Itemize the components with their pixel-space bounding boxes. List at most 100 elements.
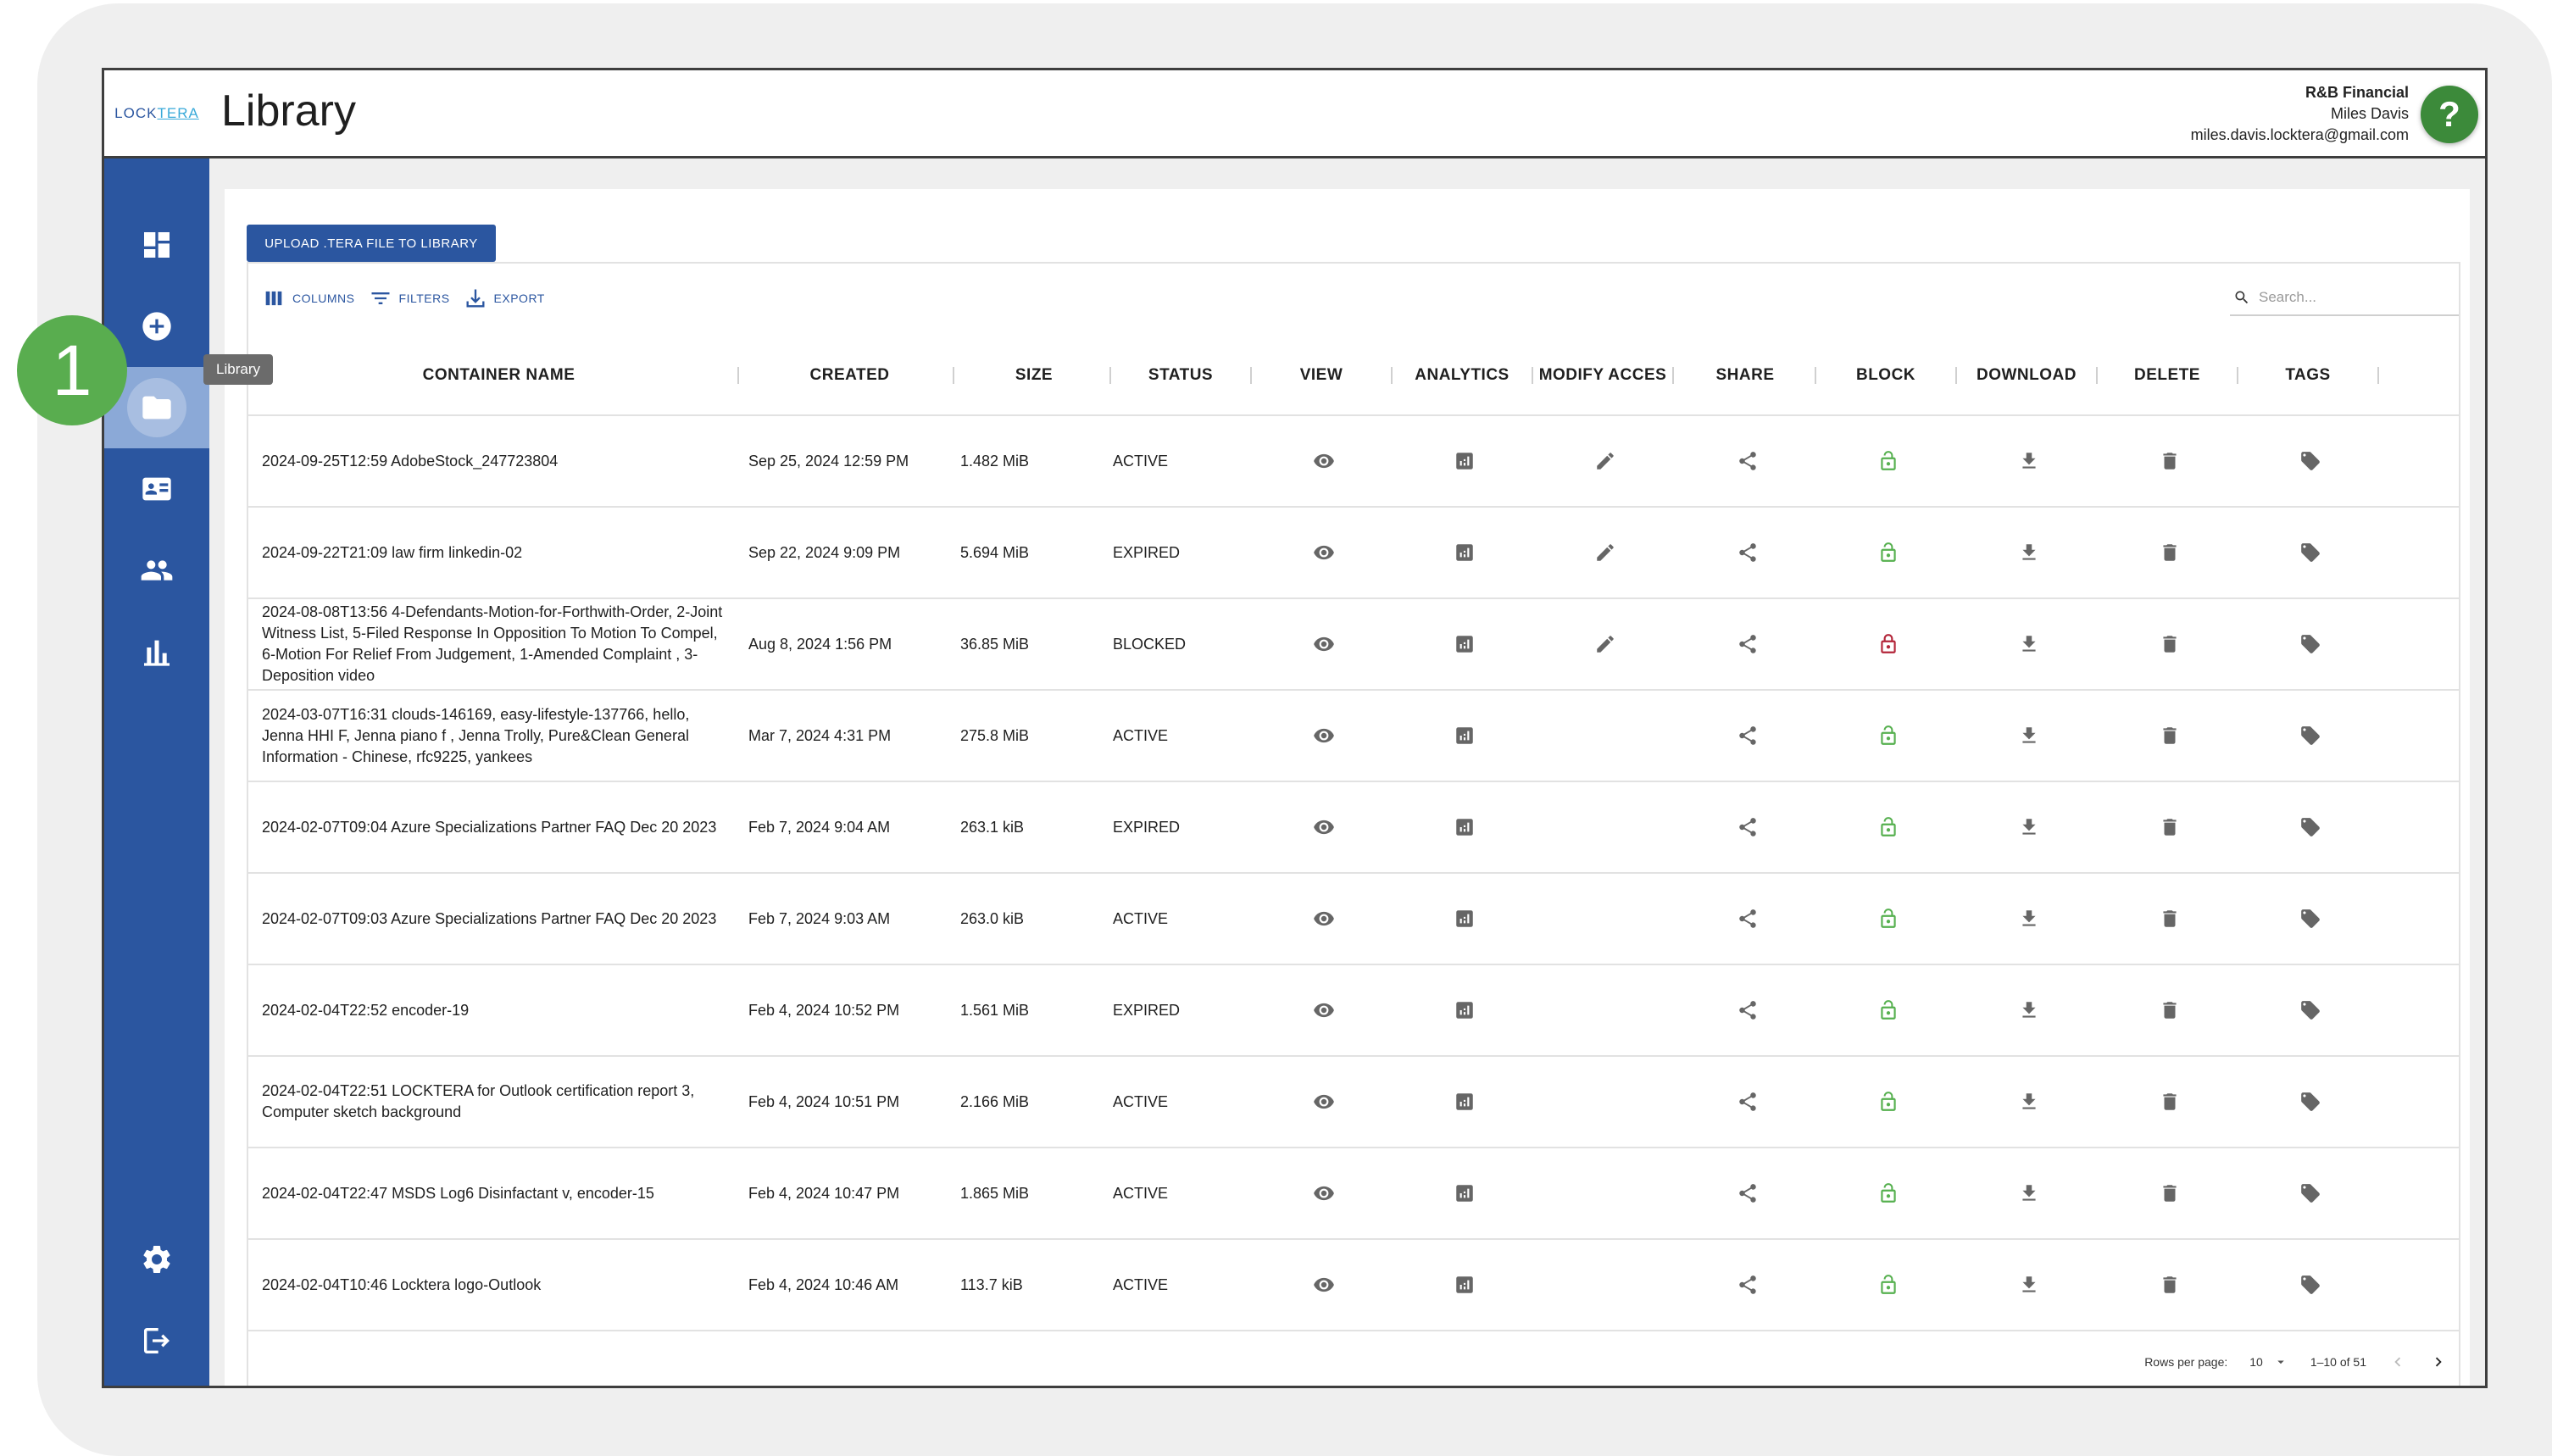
table-row[interactable]: 2024-02-04T22:47 MSDS Log6 Disinfactant … — [248, 1148, 2459, 1240]
lock-open-icon[interactable] — [1877, 816, 1899, 838]
tag-icon[interactable] — [2299, 725, 2321, 747]
column-header[interactable]: DOWNLOAD — [1959, 336, 2094, 414]
rows-per-page-select[interactable]: 10 — [2249, 1354, 2288, 1370]
eye-icon[interactable] — [1313, 999, 1335, 1021]
eye-icon[interactable] — [1313, 725, 1335, 747]
help-button[interactable]: ? — [2421, 86, 2478, 143]
trash-icon[interactable] — [2159, 725, 2181, 747]
columns-button[interactable]: COLUMNS — [262, 286, 355, 310]
column-header[interactable]: SHARE — [1677, 336, 1813, 414]
lock-open-icon[interactable] — [1877, 1274, 1899, 1296]
table-row[interactable]: 2024-08-08T13:56 4-Defendants-Motion-for… — [248, 599, 2459, 691]
lock-open-icon[interactable] — [1877, 1091, 1899, 1113]
column-separator[interactable] — [1672, 367, 1674, 384]
sidebar-item-reports[interactable] — [104, 611, 209, 692]
export-button[interactable]: EXPORT — [464, 286, 545, 310]
eye-icon[interactable] — [1313, 1091, 1335, 1113]
tag-icon[interactable] — [2299, 633, 2321, 655]
lock-open-icon[interactable] — [1877, 999, 1899, 1021]
column-separator[interactable] — [2237, 367, 2238, 384]
search-input[interactable] — [2257, 288, 2447, 307]
share-icon[interactable] — [1737, 542, 1759, 564]
share-icon[interactable] — [1737, 999, 1759, 1021]
column-header[interactable]: MODIFY ACCES — [1535, 336, 1671, 414]
table-row[interactable]: 2024-02-04T22:52 encoder-19 Feb 4, 2024 1… — [248, 965, 2459, 1057]
table-row[interactable]: 2024-03-07T16:31 clouds-146169, easy-lif… — [248, 691, 2459, 782]
analytics-icon[interactable] — [1454, 633, 1476, 655]
column-header[interactable]: CONTAINER NAME — [262, 336, 736, 414]
column-separator[interactable] — [2096, 367, 2098, 384]
table-row[interactable]: 2024-09-25T12:59 AdobeStock_247723804 Sep… — [248, 416, 2459, 508]
trash-icon[interactable] — [2159, 1091, 2181, 1113]
analytics-icon[interactable] — [1454, 450, 1476, 472]
trash-icon[interactable] — [2159, 1182, 2181, 1204]
eye-icon[interactable] — [1313, 633, 1335, 655]
column-header[interactable]: TAGS — [2240, 336, 2376, 414]
analytics-icon[interactable] — [1454, 542, 1476, 564]
column-header[interactable]: VIEW — [1254, 336, 1389, 414]
trash-icon[interactable] — [2159, 1274, 2181, 1296]
column-header[interactable]: DELETE — [2099, 336, 2235, 414]
trash-icon[interactable] — [2159, 999, 2181, 1021]
next-page-icon[interactable] — [2429, 1353, 2448, 1371]
lock-open-icon[interactable] — [1877, 450, 1899, 472]
tag-icon[interactable] — [2299, 450, 2321, 472]
trash-icon[interactable] — [2159, 816, 2181, 838]
share-icon[interactable] — [1737, 633, 1759, 655]
eye-icon[interactable] — [1313, 816, 1335, 838]
column-separator[interactable] — [1250, 367, 1252, 384]
tag-icon[interactable] — [2299, 542, 2321, 564]
table-row[interactable]: 2024-02-07T09:04 Azure Specializations P… — [248, 782, 2459, 874]
download-icon[interactable] — [2018, 999, 2040, 1021]
column-header[interactable]: SIZE — [960, 336, 1108, 414]
analytics-icon[interactable] — [1454, 816, 1476, 838]
analytics-icon[interactable] — [1454, 999, 1476, 1021]
download-icon[interactable] — [2018, 816, 2040, 838]
column-separator[interactable] — [1815, 367, 1816, 384]
upload-tera-file-button[interactable]: UPLOAD .TERA FILE TO LIBRARY — [247, 225, 496, 262]
table-row[interactable]: 2024-02-07T09:03 Azure Specializations P… — [248, 874, 2459, 965]
eye-icon[interactable] — [1313, 1182, 1335, 1204]
eye-icon[interactable] — [1313, 542, 1335, 564]
share-icon[interactable] — [1737, 1091, 1759, 1113]
sidebar-item-contacts[interactable] — [104, 448, 209, 530]
analytics-icon[interactable] — [1454, 908, 1476, 930]
table-row[interactable]: 2024-09-22T21:09 law firm linkedin-02 Sep… — [248, 508, 2459, 599]
edit-icon[interactable] — [1594, 633, 1616, 655]
table-row[interactable]: 2024-02-04T22:51 LOCKTERA for Outlook ce… — [248, 1057, 2459, 1148]
download-icon[interactable] — [2018, 633, 2040, 655]
download-icon[interactable] — [2018, 725, 2040, 747]
lock-open-icon[interactable] — [1877, 1182, 1899, 1204]
download-icon[interactable] — [2018, 1091, 2040, 1113]
lock-open-icon[interactable] — [1877, 542, 1899, 564]
eye-icon[interactable] — [1313, 450, 1335, 472]
column-header[interactable]: ANALYTICS — [1394, 336, 1530, 414]
tag-icon[interactable] — [2299, 1182, 2321, 1204]
column-separator[interactable] — [1955, 367, 1957, 384]
edit-icon[interactable] — [1594, 450, 1616, 472]
lock-closed-icon[interactable] — [1877, 633, 1899, 655]
share-icon[interactable] — [1737, 1182, 1759, 1204]
trash-icon[interactable] — [2159, 450, 2181, 472]
tag-icon[interactable] — [2299, 1274, 2321, 1296]
tag-icon[interactable] — [2299, 999, 2321, 1021]
analytics-icon[interactable] — [1454, 1182, 1476, 1204]
share-icon[interactable] — [1737, 816, 1759, 838]
analytics-icon[interactable] — [1454, 1274, 1476, 1296]
column-separator[interactable] — [2377, 367, 2379, 384]
column-separator[interactable] — [1391, 367, 1393, 384]
lock-open-icon[interactable] — [1877, 908, 1899, 930]
download-icon[interactable] — [2018, 908, 2040, 930]
trash-icon[interactable] — [2159, 908, 2181, 930]
tag-icon[interactable] — [2299, 1091, 2321, 1113]
sidebar-item-logout[interactable] — [104, 1300, 209, 1381]
trash-icon[interactable] — [2159, 633, 2181, 655]
column-header[interactable]: STATUS — [1113, 336, 1248, 414]
locktera-logo[interactable]: LOCK TERA — [104, 70, 209, 158]
search-box[interactable] — [2230, 281, 2459, 316]
column-header[interactable]: CREATED — [748, 336, 951, 414]
column-separator[interactable] — [953, 367, 954, 384]
edit-icon[interactable] — [1594, 542, 1616, 564]
download-icon[interactable] — [2018, 542, 2040, 564]
table-row[interactable]: 2024-02-04T10:46 Locktera logo-Outlook Fe… — [248, 1240, 2459, 1331]
